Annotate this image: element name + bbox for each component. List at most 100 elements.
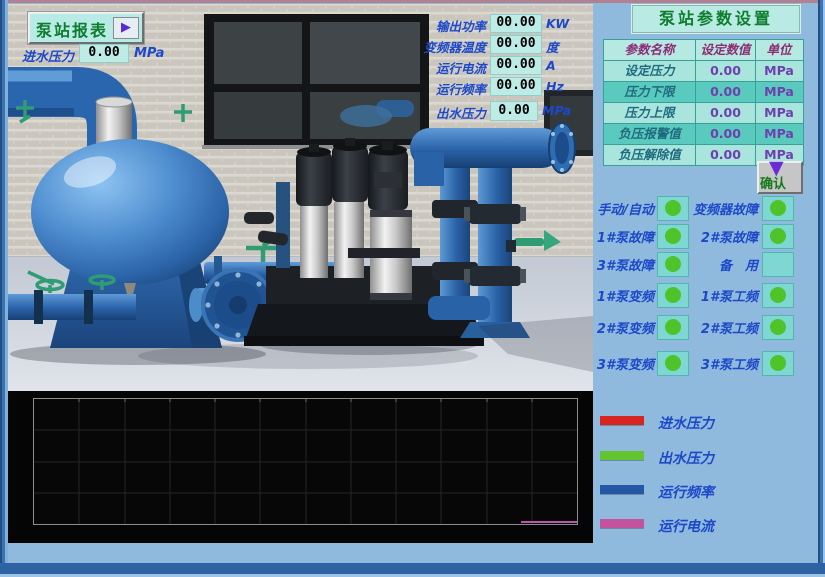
status-lamp bbox=[665, 287, 681, 303]
param-value[interactable]: 0.00 bbox=[696, 61, 756, 81]
trend-chart bbox=[8, 391, 593, 543]
vfd-temp-label: 变频器温度 bbox=[416, 37, 486, 56]
status-label: 3#泵变频 bbox=[588, 354, 654, 373]
window bbox=[202, 14, 431, 149]
report-button-label: 泵站报表 bbox=[36, 17, 108, 41]
param-value[interactable]: 0.00 bbox=[696, 145, 756, 165]
status-label: 1#泵工频 bbox=[690, 286, 758, 305]
trend-grid bbox=[34, 399, 577, 524]
status-label: 2#泵故障 bbox=[690, 227, 758, 246]
table-row: 压力上限 0.00 MPa bbox=[604, 103, 803, 124]
status-lamp bbox=[770, 287, 786, 303]
parameter-table: 参数名称 设定数值 单位 设定压力 0.00 MPa 压力下限 0.00 MPa… bbox=[603, 39, 804, 166]
status-label: 1#泵故障 bbox=[588, 227, 654, 246]
status-lamp-box bbox=[657, 283, 689, 308]
status-lamp-box bbox=[762, 283, 794, 308]
status-row: 手动/自动 变频器故障 bbox=[588, 196, 800, 220]
status-lamp bbox=[770, 355, 786, 371]
output-power-unit: KW bbox=[546, 16, 569, 31]
status-lamp-box bbox=[762, 351, 794, 376]
status-lamp bbox=[665, 228, 681, 244]
status-lamp-box bbox=[762, 224, 794, 249]
status-lamp-box bbox=[657, 351, 689, 376]
legend-label: 运行频率 bbox=[658, 482, 714, 502]
status-label: 2#泵工频 bbox=[690, 318, 758, 337]
legend-label: 运行电流 bbox=[658, 516, 714, 536]
play-icon[interactable]: ▶ bbox=[113, 17, 139, 39]
status-lamp bbox=[770, 228, 786, 244]
run-frequency-value: 00.00 bbox=[490, 77, 542, 96]
param-name: 压力上限 bbox=[604, 103, 696, 123]
status-lamp-box bbox=[762, 315, 794, 340]
status-label: 变频器故障 bbox=[690, 199, 758, 218]
legend-swatch bbox=[600, 416, 644, 425]
status-label: 1#泵变频 bbox=[588, 286, 654, 305]
legend-swatch bbox=[600, 485, 644, 494]
status-row: 3#泵故障 备 用 bbox=[588, 252, 800, 276]
param-name: 压力下限 bbox=[604, 82, 696, 102]
frame-left-border bbox=[0, 0, 8, 577]
frame-bottom-border bbox=[0, 563, 825, 577]
legend-swatch bbox=[600, 451, 644, 460]
col-header-unit: 单位 bbox=[756, 40, 802, 60]
status-lamp-box bbox=[657, 252, 689, 277]
param-name: 负压解除值 bbox=[604, 145, 696, 165]
vfd-temp-value: 00.00 bbox=[490, 35, 542, 54]
run-frequency-unit: Hz bbox=[546, 79, 564, 94]
confirm-button-label: 确认 bbox=[760, 173, 786, 192]
trend-plot-area bbox=[33, 398, 578, 525]
param-unit: MPa bbox=[756, 61, 802, 81]
vfd-temp-unit: 度 bbox=[546, 37, 559, 56]
output-power-value: 00.00 bbox=[490, 14, 542, 33]
outlet-pressure-value: 0.00 bbox=[490, 101, 538, 121]
status-lamp bbox=[665, 200, 681, 216]
frame-right-border bbox=[818, 0, 825, 577]
status-lamp bbox=[665, 319, 681, 335]
legend-item: 出水压力 bbox=[600, 448, 800, 464]
legend-item: 运行电流 bbox=[600, 516, 800, 532]
run-current-unit: A bbox=[546, 58, 556, 73]
status-lamp-box bbox=[657, 315, 689, 340]
status-row: 1#泵变频 1#泵工频 bbox=[588, 283, 800, 307]
inlet-pressure-value: 0.00 bbox=[79, 44, 129, 63]
table-row: 压力下限 0.00 MPa bbox=[604, 82, 803, 103]
status-lamp bbox=[665, 256, 681, 272]
status-label: 3#泵故障 bbox=[588, 255, 654, 274]
param-unit: MPa bbox=[756, 124, 802, 144]
status-label: 备 用 bbox=[690, 255, 758, 274]
run-current-value: 00.00 bbox=[490, 56, 542, 75]
status-label: 3#泵工频 bbox=[690, 354, 758, 373]
legend-swatch bbox=[600, 519, 644, 528]
status-lamp bbox=[665, 355, 681, 371]
status-lamp bbox=[770, 319, 786, 335]
table-row: 设定压力 0.00 MPa bbox=[604, 61, 803, 82]
confirm-button[interactable]: ▼ 确认 bbox=[757, 161, 803, 194]
run-current-label: 运行电流 bbox=[416, 58, 486, 77]
status-lamp-box bbox=[657, 224, 689, 249]
status-label: 2#泵变频 bbox=[588, 318, 654, 337]
param-name: 负压报警值 bbox=[604, 124, 696, 144]
status-lamp-box bbox=[657, 196, 689, 221]
status-row: 2#泵变频 2#泵工频 bbox=[588, 315, 800, 339]
output-power-label: 输出功率 bbox=[416, 16, 486, 35]
status-row: 3#泵变频 3#泵工频 bbox=[588, 351, 800, 375]
legend-label: 出水压力 bbox=[658, 448, 714, 468]
status-label: 手动/自动 bbox=[588, 199, 654, 218]
status-lamp-box bbox=[762, 196, 794, 221]
pump-station-hmi-screen: 泵站报表 ▶ 进水压力 0.00 MPa 输出功率 00.00 KW 变频器温度… bbox=[0, 0, 825, 577]
param-unit: MPa bbox=[756, 82, 802, 102]
param-value[interactable]: 0.00 bbox=[696, 82, 756, 102]
report-button[interactable]: 泵站报表 ▶ bbox=[28, 12, 144, 44]
outlet-pressure-label: 出水压力 bbox=[416, 103, 486, 122]
inlet-pressure-label: 进水压力 bbox=[22, 46, 74, 65]
param-value[interactable]: 0.00 bbox=[696, 124, 756, 144]
param-value[interactable]: 0.00 bbox=[696, 103, 756, 123]
outlet-pressure-unit: MPa bbox=[542, 103, 571, 118]
frame-top-border bbox=[0, 0, 825, 3]
status-lamp-box bbox=[762, 252, 794, 277]
param-unit: MPa bbox=[756, 103, 802, 123]
inlet-pressure-unit: MPa bbox=[134, 46, 164, 61]
legend-label: 进水压力 bbox=[658, 413, 714, 433]
settings-panel-title: 泵站参数设置 bbox=[632, 5, 800, 33]
status-lamp bbox=[770, 200, 786, 216]
